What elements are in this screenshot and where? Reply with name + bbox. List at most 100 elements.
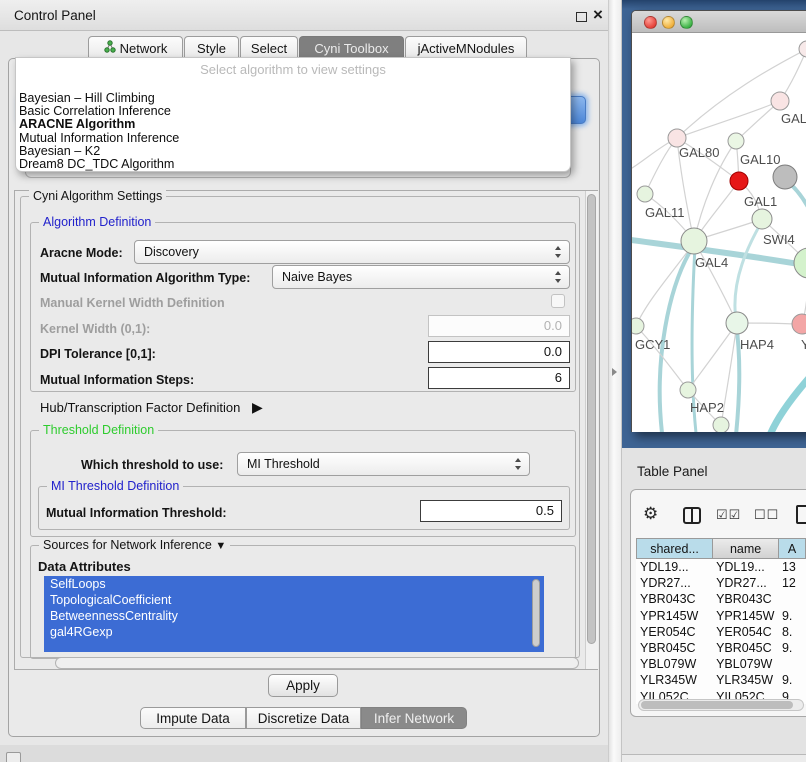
network-edge[interactable]	[636, 243, 694, 326]
network-node[interactable]	[680, 382, 696, 398]
tab-impute-data[interactable]: Impute Data	[140, 707, 246, 729]
sources-group-title[interactable]: Sources for Network Inference ▼	[39, 538, 230, 552]
zoom-traffic-light-icon[interactable]	[680, 16, 693, 29]
which-threshold-combobox[interactable]: MI Threshold	[237, 452, 530, 476]
table-cell[interactable]: YDL19...	[712, 559, 778, 575]
column-header-shared-name[interactable]: shared...	[636, 538, 712, 559]
table-cell[interactable]: 9.	[778, 640, 806, 656]
gear-icon[interactable]: ⚙	[643, 504, 658, 524]
tab-jactivemnodules[interactable]: jActiveMNodules	[405, 36, 527, 59]
aracne-mode-combobox[interactable]: Discovery	[134, 240, 570, 264]
algorithm-option-selected[interactable]: ARACNE Algorithm	[16, 118, 570, 131]
manual-kernel-width-checkbox[interactable]	[551, 294, 565, 308]
table-cell[interactable]: YPR145W	[636, 608, 712, 624]
mi-algorithm-type-combobox[interactable]: Naive Bayes	[272, 265, 570, 289]
network-edge[interactable]	[736, 323, 739, 432]
table-body[interactable]: YDL19...YDL19...13YDR27...YDR27...12YBR0…	[636, 559, 806, 704]
network-node[interactable]	[726, 312, 748, 334]
table-cell[interactable]: YDL19...	[636, 559, 712, 575]
column-header-partial[interactable]: A	[778, 538, 806, 559]
select-all-checkboxes-icon[interactable]: ☑☑	[716, 507, 741, 523]
mi-steps-input[interactable]: 6	[428, 367, 570, 389]
settings-horizontal-scrollbar[interactable]	[55, 657, 579, 669]
attribute-item-selected[interactable]: BetweennessCentrality	[44, 608, 544, 624]
table-horizontal-scrollbar[interactable]	[638, 699, 804, 711]
table-cell[interactable]: YBR043C	[712, 591, 778, 607]
column-header-name[interactable]: name	[712, 538, 778, 559]
tab-infer-network[interactable]: Infer Network	[361, 707, 467, 729]
table-cell[interactable]: YBR043C	[636, 591, 712, 607]
network-canvas[interactable]: GALGAL80GAL10GAL11GAL1SWI4GAL4GCY1HAP4YH…	[632, 33, 806, 432]
apply-button[interactable]: Apply	[268, 674, 338, 697]
settings-vertical-scrollbar-thumb[interactable]	[587, 194, 596, 644]
table-cell[interactable]: YER054C	[712, 624, 778, 640]
table-cell[interactable]: YBL079W	[712, 656, 778, 672]
table-row[interactable]: YPR145WYPR145W9.	[636, 608, 806, 624]
table-row[interactable]: YDL19...YDL19...13	[636, 559, 806, 575]
table-cell[interactable]: YDR27...	[636, 575, 712, 591]
deselect-all-checkboxes-icon[interactable]: ☐☐	[754, 507, 779, 523]
table-cell[interactable]: YLR345W	[712, 672, 778, 688]
columns-icon[interactable]	[683, 507, 701, 524]
network-node[interactable]	[637, 186, 653, 202]
float-window-icon[interactable]	[576, 12, 587, 22]
table-row[interactable]: YBR045CYBR045C9.	[636, 640, 806, 656]
network-node[interactable]	[771, 92, 789, 110]
network-view-window[interactable]: GALGAL80GAL10GAL11GAL1SWI4GAL4GCY1HAP4YH…	[631, 10, 806, 432]
minimize-traffic-light-icon[interactable]	[662, 16, 675, 29]
network-node[interactable]	[792, 314, 806, 334]
attributes-scrollbar[interactable]	[531, 578, 542, 650]
bottom-left-panel-icon[interactable]	[6, 752, 21, 762]
network-node[interactable]	[728, 133, 744, 149]
tab-select[interactable]: Select	[240, 36, 298, 59]
table-cell[interactable]: YBL079W	[636, 656, 712, 672]
table-cell[interactable]: YBR045C	[636, 640, 712, 656]
tab-cyni-toolbox[interactable]: Cyni Toolbox	[299, 36, 404, 59]
tab-discretize-data[interactable]: Discretize Data	[246, 707, 361, 729]
table-cell[interactable]: 8.	[778, 624, 806, 640]
network-window-titlebar[interactable]	[632, 11, 806, 33]
data-attributes-list[interactable]: SelfLoops TopologicalCoefficient Between…	[44, 576, 544, 652]
attributes-scrollbar-thumb[interactable]	[532, 579, 540, 647]
table-row[interactable]: YBL079WYBL079W	[636, 656, 806, 672]
table-row[interactable]: YLR345WYLR345W9.	[636, 672, 806, 688]
network-edge[interactable]	[770, 345, 806, 432]
tab-style[interactable]: Style	[184, 36, 239, 59]
network-node[interactable]	[730, 172, 748, 190]
attribute-item-selected[interactable]: TopologicalCoefficient	[44, 592, 544, 608]
algorithm-option[interactable]: Dream8 DC_TDC Algorithm	[16, 158, 570, 171]
tab-network[interactable]: Network	[88, 36, 183, 59]
network-node[interactable]	[681, 228, 707, 254]
table-cell[interactable]: 13	[778, 559, 806, 575]
network-edge[interactable]	[735, 221, 762, 321]
table-cell[interactable]: YDR27...	[712, 575, 778, 591]
hub-tf-definition-expander[interactable]: Hub/Transcription Factor Definition ▶	[40, 399, 263, 416]
table-cell[interactable]: 9.	[778, 608, 806, 624]
attribute-item-selected[interactable]: gal4RGexp	[44, 624, 544, 640]
table-cell[interactable]: YPR145W	[712, 608, 778, 624]
table-cell[interactable]: 12	[778, 575, 806, 591]
network-node[interactable]	[794, 248, 806, 278]
table-cell[interactable]	[778, 656, 806, 672]
document-icon[interactable]	[796, 505, 806, 524]
split-pane-divider[interactable]	[608, 0, 622, 762]
table-horizontal-scrollbar-thumb[interactable]	[641, 701, 793, 709]
kernel-width-input[interactable]: 0.0	[428, 315, 570, 337]
table-row[interactable]: YBR043CYBR043C	[636, 591, 806, 607]
table-row[interactable]: YDR27...YDR27...12	[636, 575, 806, 591]
table-row[interactable]: YER054CYER054C8.	[636, 624, 806, 640]
close-traffic-light-icon[interactable]	[644, 16, 657, 29]
mi-threshold-input[interactable]: 0.5	[420, 500, 562, 522]
network-node[interactable]	[799, 41, 806, 57]
attribute-item-selected[interactable]: SelfLoops	[44, 576, 544, 592]
table-cell[interactable]: YER054C	[636, 624, 712, 640]
divider-collapse-arrow-icon[interactable]	[612, 368, 617, 376]
network-node[interactable]	[632, 318, 644, 334]
network-edge[interactable]	[645, 138, 677, 194]
network-node[interactable]	[773, 165, 797, 189]
table-cell[interactable]: 9.	[778, 672, 806, 688]
network-edge[interactable]	[677, 101, 780, 138]
network-edge[interactable]	[688, 323, 737, 390]
dpi-tolerance-input[interactable]: 0.0	[428, 341, 570, 363]
network-node[interactable]	[713, 417, 729, 432]
